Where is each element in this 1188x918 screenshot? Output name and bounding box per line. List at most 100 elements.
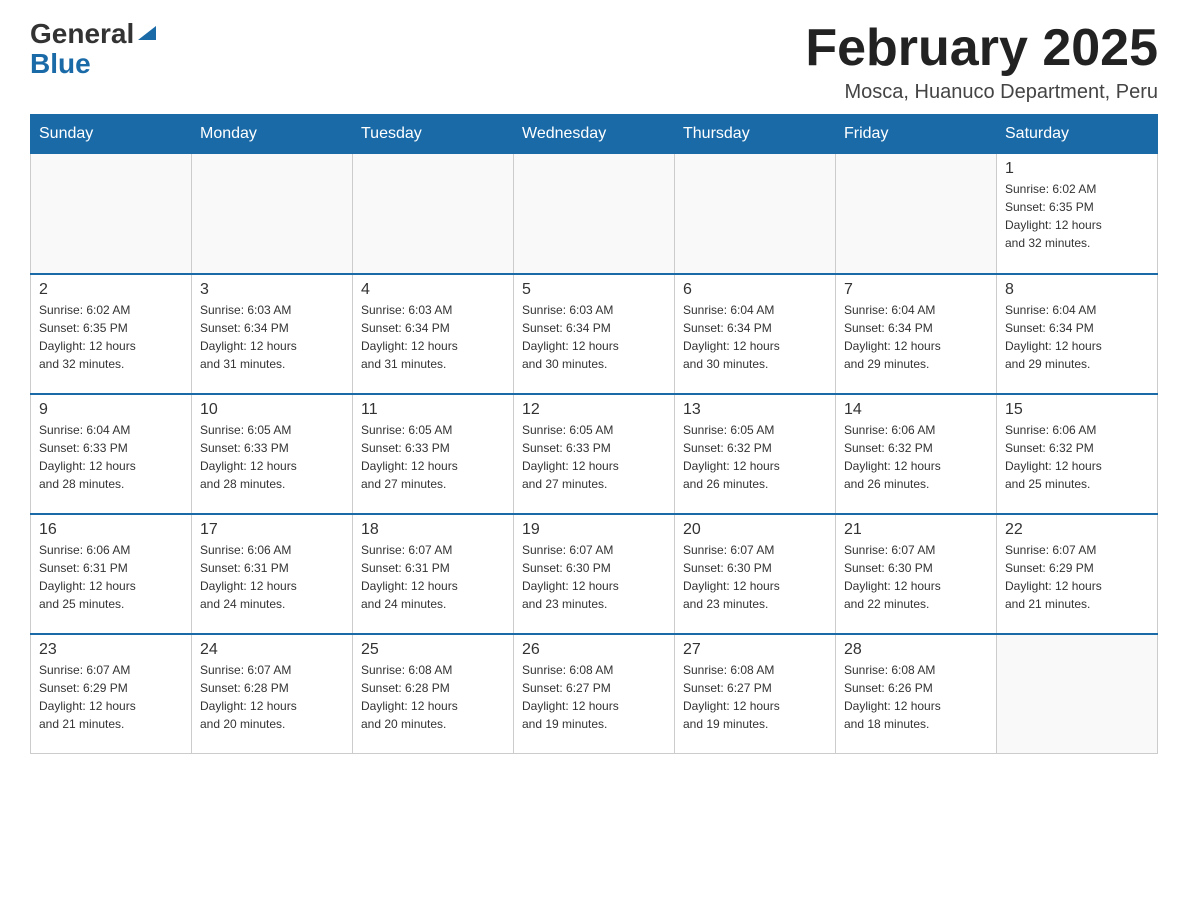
calendar-cell: 20 Sunrise: 6:07 AM Sunset: 6:30 PM Dayli… (675, 514, 836, 634)
day-info: Sunrise: 6:07 AM Sunset: 6:30 PM Dayligh… (683, 541, 827, 613)
day-info: Sunrise: 6:08 AM Sunset: 6:28 PM Dayligh… (361, 661, 505, 733)
day-number: 25 (361, 641, 505, 659)
calendar-title: February 2025 (805, 20, 1158, 77)
weekday-header: Monday (192, 115, 353, 154)
day-info: Sunrise: 6:02 AM Sunset: 6:35 PM Dayligh… (39, 301, 183, 373)
calendar-cell: 1Sunrise: 6:02 AM Sunset: 6:35 PM Daylig… (997, 154, 1158, 274)
logo: General Blue (30, 20, 158, 80)
calendar-cell: 25 Sunrise: 6:08 AM Sunset: 6:28 PM Dayli… (353, 634, 514, 754)
calendar-week-row: 1Sunrise: 6:02 AM Sunset: 6:35 PM Daylig… (31, 154, 1158, 274)
calendar-table: SundayMondayTuesdayWednesdayThursdayFrid… (30, 114, 1158, 754)
calendar-cell: 3Sunrise: 6:03 AM Sunset: 6:34 PM Daylig… (192, 274, 353, 394)
day-info: Sunrise: 6:06 AM Sunset: 6:32 PM Dayligh… (844, 421, 988, 493)
calendar-cell: 12 Sunrise: 6:05 AM Sunset: 6:33 PM Dayli… (514, 394, 675, 514)
calendar-cell: 28 Sunrise: 6:08 AM Sunset: 6:26 PM Dayli… (836, 634, 997, 754)
calendar-cell: 10 Sunrise: 6:05 AM Sunset: 6:33 PM Dayli… (192, 394, 353, 514)
day-number: 17 (200, 521, 344, 539)
calendar-cell (514, 154, 675, 274)
day-number: 2 (39, 281, 183, 299)
day-info: Sunrise: 6:05 AM Sunset: 6:32 PM Dayligh… (683, 421, 827, 493)
calendar-cell: 16 Sunrise: 6:06 AM Sunset: 6:31 PM Dayli… (31, 514, 192, 634)
day-info: Sunrise: 6:07 AM Sunset: 6:30 PM Dayligh… (522, 541, 666, 613)
title-area: February 2025 Mosca, Huanuco Department,… (805, 20, 1158, 104)
logo-general: General (30, 20, 134, 48)
calendar-cell: 4 Sunrise: 6:03 AM Sunset: 6:34 PM Daylig… (353, 274, 514, 394)
day-info: Sunrise: 6:05 AM Sunset: 6:33 PM Dayligh… (361, 421, 505, 493)
day-info: Sunrise: 6:07 AM Sunset: 6:29 PM Dayligh… (1005, 541, 1149, 613)
day-info: Sunrise: 6:06 AM Sunset: 6:31 PM Dayligh… (200, 541, 344, 613)
calendar-cell: 23 Sunrise: 6:07 AM Sunset: 6:29 PM Dayli… (31, 634, 192, 754)
day-number: 16 (39, 521, 183, 539)
day-info: Sunrise: 6:05 AM Sunset: 6:33 PM Dayligh… (522, 421, 666, 493)
day-info: Sunrise: 6:04 AM Sunset: 6:34 PM Dayligh… (1005, 301, 1149, 373)
calendar-cell (997, 634, 1158, 754)
calendar-cell: 9Sunrise: 6:04 AM Sunset: 6:33 PM Daylig… (31, 394, 192, 514)
day-number: 18 (361, 521, 505, 539)
calendar-cell: 7 Sunrise: 6:04 AM Sunset: 6:34 PM Daylig… (836, 274, 997, 394)
day-number: 26 (522, 641, 666, 659)
day-number: 12 (522, 401, 666, 419)
day-number: 11 (361, 401, 505, 419)
day-info: Sunrise: 6:05 AM Sunset: 6:33 PM Dayligh… (200, 421, 344, 493)
calendar-cell (836, 154, 997, 274)
day-number: 15 (1005, 401, 1149, 419)
calendar-cell: 6 Sunrise: 6:04 AM Sunset: 6:34 PM Daylig… (675, 274, 836, 394)
day-info: Sunrise: 6:06 AM Sunset: 6:31 PM Dayligh… (39, 541, 183, 613)
day-info: Sunrise: 6:03 AM Sunset: 6:34 PM Dayligh… (522, 301, 666, 373)
day-info: Sunrise: 6:08 AM Sunset: 6:26 PM Dayligh… (844, 661, 988, 733)
calendar-cell (353, 154, 514, 274)
day-info: Sunrise: 6:03 AM Sunset: 6:34 PM Dayligh… (200, 301, 344, 373)
calendar-week-row: 9Sunrise: 6:04 AM Sunset: 6:33 PM Daylig… (31, 394, 1158, 514)
day-info: Sunrise: 6:04 AM Sunset: 6:34 PM Dayligh… (844, 301, 988, 373)
calendar-cell: 13Sunrise: 6:05 AM Sunset: 6:32 PM Dayli… (675, 394, 836, 514)
weekday-header: Sunday (31, 115, 192, 154)
day-number: 6 (683, 281, 827, 299)
day-info: Sunrise: 6:04 AM Sunset: 6:34 PM Dayligh… (683, 301, 827, 373)
day-number: 7 (844, 281, 988, 299)
calendar-cell: 2 Sunrise: 6:02 AM Sunset: 6:35 PM Daylig… (31, 274, 192, 394)
logo-blue: Blue (30, 48, 91, 79)
day-number: 27 (683, 641, 827, 659)
day-info: Sunrise: 6:03 AM Sunset: 6:34 PM Dayligh… (361, 301, 505, 373)
calendar-week-row: 16 Sunrise: 6:06 AM Sunset: 6:31 PM Dayli… (31, 514, 1158, 634)
day-number: 1 (1005, 160, 1149, 178)
day-number: 28 (844, 641, 988, 659)
calendar-subtitle: Mosca, Huanuco Department, Peru (805, 81, 1158, 104)
day-info: Sunrise: 6:07 AM Sunset: 6:31 PM Dayligh… (361, 541, 505, 613)
calendar-cell: 19 Sunrise: 6:07 AM Sunset: 6:30 PM Dayli… (514, 514, 675, 634)
day-number: 5 (522, 281, 666, 299)
calendar-cell: 26 Sunrise: 6:08 AM Sunset: 6:27 PM Dayli… (514, 634, 675, 754)
day-number: 10 (200, 401, 344, 419)
day-number: 24 (200, 641, 344, 659)
calendar-cell: 11 Sunrise: 6:05 AM Sunset: 6:33 PM Dayli… (353, 394, 514, 514)
day-info: Sunrise: 6:08 AM Sunset: 6:27 PM Dayligh… (683, 661, 827, 733)
calendar-cell: 24 Sunrise: 6:07 AM Sunset: 6:28 PM Dayli… (192, 634, 353, 754)
calendar-cell: 5 Sunrise: 6:03 AM Sunset: 6:34 PM Daylig… (514, 274, 675, 394)
day-number: 22 (1005, 521, 1149, 539)
weekday-header-row: SundayMondayTuesdayWednesdayThursdayFrid… (31, 115, 1158, 154)
day-number: 23 (39, 641, 183, 659)
day-info: Sunrise: 6:07 AM Sunset: 6:29 PM Dayligh… (39, 661, 183, 733)
calendar-cell: 15 Sunrise: 6:06 AM Sunset: 6:32 PM Dayli… (997, 394, 1158, 514)
day-info: Sunrise: 6:07 AM Sunset: 6:28 PM Dayligh… (200, 661, 344, 733)
calendar-cell (31, 154, 192, 274)
day-number: 8 (1005, 281, 1149, 299)
calendar-cell: 14Sunrise: 6:06 AM Sunset: 6:32 PM Dayli… (836, 394, 997, 514)
calendar-cell (192, 154, 353, 274)
day-info: Sunrise: 6:08 AM Sunset: 6:27 PM Dayligh… (522, 661, 666, 733)
day-number: 20 (683, 521, 827, 539)
calendar-cell: 18 Sunrise: 6:07 AM Sunset: 6:31 PM Dayli… (353, 514, 514, 634)
day-info: Sunrise: 6:06 AM Sunset: 6:32 PM Dayligh… (1005, 421, 1149, 493)
weekday-header: Wednesday (514, 115, 675, 154)
weekday-header: Saturday (997, 115, 1158, 154)
page-header: General Blue February 2025 Mosca, Huanuc… (30, 20, 1158, 104)
day-number: 4 (361, 281, 505, 299)
calendar-cell: 17 Sunrise: 6:06 AM Sunset: 6:31 PM Dayli… (192, 514, 353, 634)
calendar-week-row: 23 Sunrise: 6:07 AM Sunset: 6:29 PM Dayli… (31, 634, 1158, 754)
calendar-cell: 21Sunrise: 6:07 AM Sunset: 6:30 PM Dayli… (836, 514, 997, 634)
weekday-header: Friday (836, 115, 997, 154)
calendar-cell: 8 Sunrise: 6:04 AM Sunset: 6:34 PM Daylig… (997, 274, 1158, 394)
calendar-cell (675, 154, 836, 274)
day-number: 19 (522, 521, 666, 539)
weekday-header: Tuesday (353, 115, 514, 154)
